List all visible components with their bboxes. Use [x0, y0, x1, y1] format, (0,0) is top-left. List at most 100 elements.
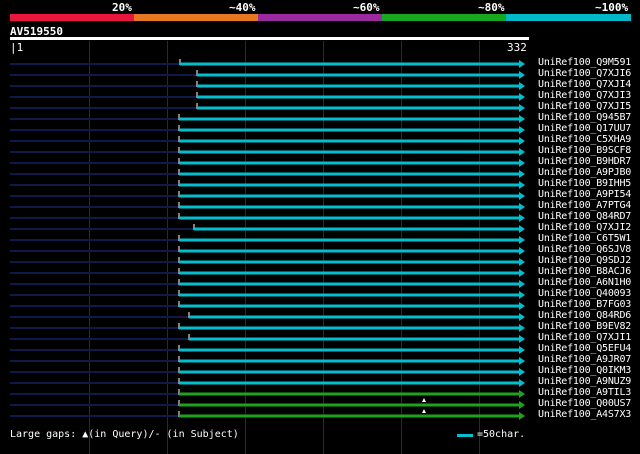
alignment-end-arrow — [519, 148, 525, 156]
hit-track[interactable] — [10, 235, 525, 244]
alignment-end-arrow — [519, 203, 525, 211]
hit-track[interactable] — [10, 400, 525, 409]
hit-label[interactable]: UniRef100_A9PJB0 — [538, 167, 631, 178]
hit-track[interactable] — [10, 246, 525, 255]
hit-label[interactable]: UniRef100_Q5EFU4 — [538, 343, 631, 354]
hit-label[interactable]: UniRef100_Q00US7 — [538, 398, 631, 409]
alignment-end-arrow — [519, 324, 525, 332]
hit-label[interactable]: UniRef100_C6T5W1 — [538, 233, 631, 244]
scale-label: =50char. — [477, 429, 526, 440]
hit-track[interactable] — [10, 202, 525, 211]
hit-label[interactable]: UniRef100_Q17UU7 — [538, 123, 631, 134]
hit-track[interactable] — [10, 334, 525, 343]
hit-track[interactable] — [10, 70, 525, 79]
alignment-end-arrow — [519, 280, 525, 288]
query-gap-marker — [422, 409, 426, 413]
hit-track[interactable] — [10, 114, 525, 123]
hit-label[interactable]: UniRef100_B9IHH5 — [538, 178, 631, 189]
alignment-end-arrow — [519, 390, 525, 398]
hit-label[interactable]: UniRef100_Q9SDJ2 — [538, 255, 631, 266]
query-gap-marker — [422, 398, 426, 402]
hit-track[interactable] — [10, 92, 525, 101]
hit-track[interactable] — [10, 378, 525, 387]
hit-track[interactable] — [10, 389, 525, 398]
hit-track[interactable] — [10, 367, 525, 376]
hit-label[interactable]: UniRef100_A6N1H0 — [538, 277, 631, 288]
alignment-end-arrow — [519, 302, 525, 310]
hit-track[interactable] — [10, 279, 525, 288]
alignment-end-arrow — [519, 357, 525, 365]
hit-label[interactable]: UniRef100_Q9M591 — [538, 57, 631, 68]
hit-label[interactable]: UniRef100_Q945B7 — [538, 112, 631, 123]
alignment-end-arrow — [519, 346, 525, 354]
alignment-end-arrow — [519, 214, 525, 222]
hit-track[interactable] — [10, 268, 525, 277]
hit-label[interactable]: UniRef100_Q7XJI3 — [538, 90, 631, 101]
hit-track[interactable] — [10, 411, 525, 420]
hit-label[interactable]: UniRef100_B8ACJ6 — [538, 266, 631, 277]
alignment-end-arrow — [519, 236, 525, 244]
hit-track[interactable] — [10, 191, 525, 200]
hit-label[interactable]: UniRef100_A9TIL3 — [538, 387, 631, 398]
hit-track[interactable] — [10, 345, 525, 354]
hit-label[interactable]: UniRef100_Q7XJI6 — [538, 68, 631, 79]
alignment-end-arrow — [519, 291, 525, 299]
alignment-end-arrow — [519, 247, 525, 255]
hit-track[interactable] — [10, 356, 525, 365]
hit-label[interactable]: UniRef100_A9JR07 — [538, 354, 631, 365]
alignment-end-arrow — [519, 93, 525, 101]
hit-track[interactable] — [10, 224, 525, 233]
scale-bar — [457, 434, 473, 437]
alignment-end-arrow — [519, 82, 525, 90]
alignment-end-arrow — [519, 412, 525, 420]
hit-track[interactable] — [10, 158, 525, 167]
hit-label[interactable]: UniRef100_A7PTG4 — [538, 200, 631, 211]
hit-track[interactable] — [10, 125, 525, 134]
hit-label[interactable]: UniRef100_A9NUZ9 — [538, 376, 631, 387]
hit-label[interactable]: UniRef100_Q0IKM3 — [538, 365, 631, 376]
alignment-end-arrow — [519, 104, 525, 112]
hit-label[interactable]: UniRef100_A9PI54 — [538, 189, 631, 200]
hit-label[interactable]: UniRef100_C5XHA9 — [538, 134, 631, 145]
hit-label[interactable]: UniRef100_Q84RD7 — [538, 211, 631, 222]
gap-legend: Large gaps: ▲(in Query)/- (in Subject) — [10, 429, 239, 440]
hit-label[interactable]: UniRef100_Q7XJI2 — [538, 222, 631, 233]
alignment-end-arrow — [519, 269, 525, 277]
alignment-end-arrow — [519, 368, 525, 376]
alignment-end-arrow — [519, 71, 525, 79]
hit-label[interactable]: UniRef100_Q40093 — [538, 288, 631, 299]
hit-track[interactable] — [10, 147, 525, 156]
hit-track[interactable] — [10, 59, 525, 68]
hit-label[interactable]: UniRef100_A4S7X3 — [538, 409, 631, 420]
alignment-end-arrow — [519, 225, 525, 233]
hit-track[interactable] — [10, 169, 525, 178]
hit-track[interactable] — [10, 213, 525, 222]
hit-label[interactable]: UniRef100_B9EV82 — [538, 321, 631, 332]
hit-track[interactable] — [10, 312, 525, 321]
hit-label[interactable]: UniRef100_Q84RD6 — [538, 310, 631, 321]
hit-track[interactable] — [10, 323, 525, 332]
hit-track[interactable] — [10, 136, 525, 145]
hit-label[interactable]: UniRef100_B7FG03 — [538, 299, 631, 310]
alignment-end-arrow — [519, 192, 525, 200]
hit-label[interactable]: UniRef100_B9HDR7 — [538, 156, 631, 167]
hit-label[interactable]: UniRef100_Q7XJI1 — [538, 332, 631, 343]
alignment-end-arrow — [519, 170, 525, 178]
alignment-end-arrow — [519, 379, 525, 387]
hit-label[interactable]: UniRef100_Q6SJV8 — [538, 244, 631, 255]
alignment-end-arrow — [519, 258, 525, 266]
alignment-end-arrow — [519, 181, 525, 189]
alignment-end-arrow — [519, 159, 525, 167]
alignment-end-arrow — [519, 137, 525, 145]
alignment-end-arrow — [519, 313, 525, 321]
hit-track[interactable] — [10, 103, 525, 112]
alignment-end-arrow — [519, 60, 525, 68]
hit-track[interactable] — [10, 180, 525, 189]
hit-track[interactable] — [10, 301, 525, 310]
hit-track[interactable] — [10, 81, 525, 90]
hit-track[interactable] — [10, 290, 525, 299]
hit-label[interactable]: UniRef100_Q7XJI4 — [538, 79, 631, 90]
hit-label[interactable]: UniRef100_Q7XJI5 — [538, 101, 631, 112]
hit-track[interactable] — [10, 257, 525, 266]
hit-label[interactable]: UniRef100_B9SCF8 — [538, 145, 631, 156]
